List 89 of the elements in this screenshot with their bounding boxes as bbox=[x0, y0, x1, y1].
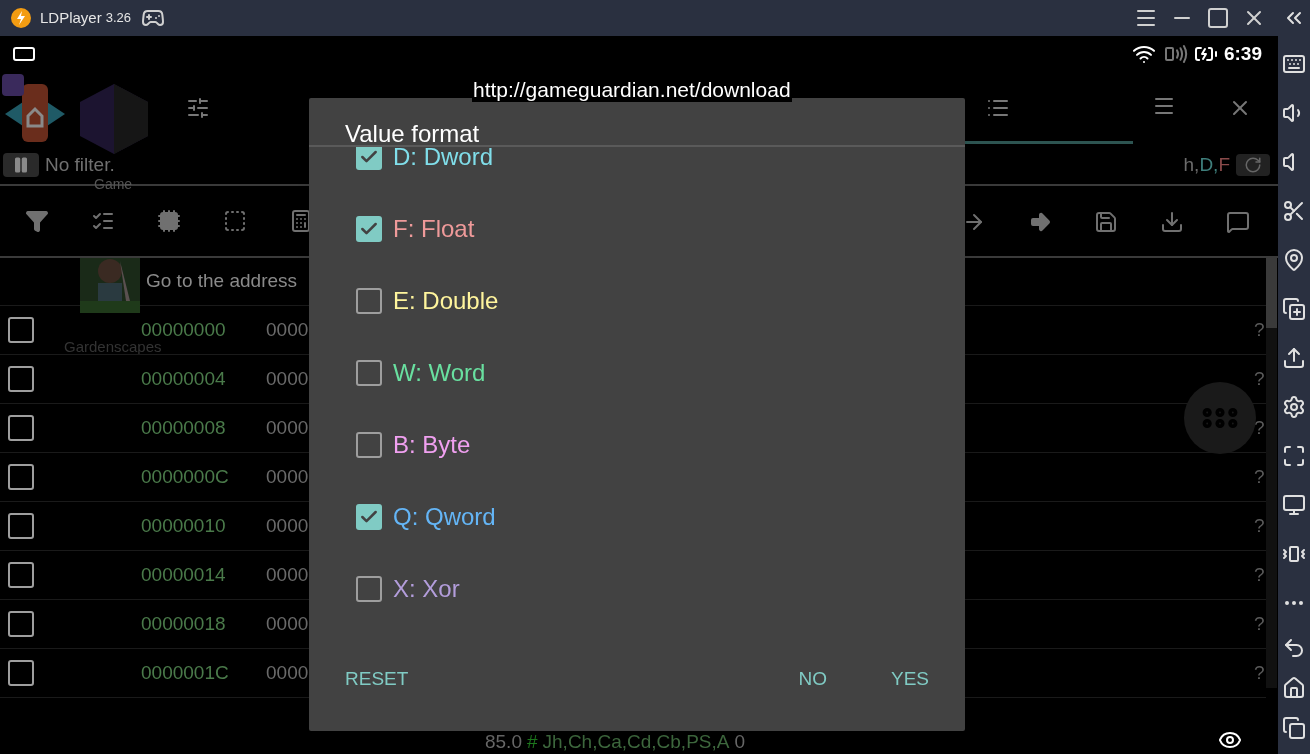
option-label[interactable]: W: Word bbox=[393, 355, 486, 391]
address-text: 00000010 bbox=[141, 513, 226, 538]
value-text: 0000 bbox=[266, 660, 309, 685]
option-label[interactable]: B: Byte bbox=[393, 427, 471, 463]
checkbox[interactable] bbox=[356, 216, 382, 242]
option-label[interactable]: F: Float bbox=[393, 211, 475, 247]
settings-icon[interactable] bbox=[1282, 395, 1306, 419]
comment-icon[interactable] bbox=[1226, 210, 1250, 234]
type-letter: D, bbox=[1199, 152, 1219, 177]
checkbox[interactable] bbox=[8, 366, 34, 392]
back-icon[interactable] bbox=[1282, 636, 1306, 660]
checkbox[interactable] bbox=[8, 513, 34, 539]
home-icon[interactable] bbox=[1282, 676, 1306, 700]
checkbox[interactable] bbox=[356, 432, 382, 458]
value-text: 0000 bbox=[266, 513, 309, 538]
unknown-mark: ? bbox=[1254, 562, 1265, 587]
unknown-mark: ? bbox=[1254, 660, 1265, 685]
location-pin-icon[interactable] bbox=[1282, 248, 1306, 272]
checkbox[interactable] bbox=[356, 147, 382, 170]
checkbox[interactable] bbox=[8, 415, 34, 441]
dialog-button[interactable]: RESET bbox=[333, 657, 421, 702]
unknown-mark: ? bbox=[1254, 464, 1265, 489]
checkbox[interactable] bbox=[8, 562, 34, 588]
filter-status: No filter. bbox=[45, 152, 115, 177]
type-letter: F bbox=[1218, 152, 1230, 177]
value-text: 0000 bbox=[266, 464, 309, 489]
count-text: 0 bbox=[734, 729, 746, 754]
dialog-button[interactable]: NO bbox=[786, 657, 839, 702]
unknown-mark: ? bbox=[1254, 366, 1265, 391]
add-window-icon[interactable] bbox=[1282, 297, 1306, 321]
option-label[interactable]: Q: Qword bbox=[393, 499, 496, 535]
type-letter: h, bbox=[1183, 152, 1200, 177]
dialog-title: Value format bbox=[344, 119, 481, 145]
checkbox[interactable] bbox=[8, 660, 34, 686]
pause-button[interactable] bbox=[3, 153, 39, 177]
address-text: 00000004 bbox=[141, 366, 226, 391]
save-icon[interactable] bbox=[1094, 210, 1118, 234]
regions-text: Jh,Ch,Ca,Cd,Cb,PS,A bbox=[542, 729, 730, 754]
arrow-right-icon[interactable] bbox=[1028, 210, 1052, 234]
value-text: 0000 bbox=[266, 317, 309, 342]
refresh-button[interactable] bbox=[1236, 154, 1270, 176]
checkbox[interactable] bbox=[356, 504, 382, 530]
option-label[interactable]: D: Dword bbox=[393, 147, 494, 175]
address-text: 00000000 bbox=[141, 317, 226, 341]
pause-icon bbox=[12, 156, 30, 174]
download-icon[interactable] bbox=[1160, 210, 1184, 234]
sliders-icon[interactable] bbox=[186, 96, 210, 120]
checkbox[interactable] bbox=[8, 611, 34, 637]
apk-upload-icon[interactable] bbox=[1282, 346, 1306, 370]
keyboard-icon[interactable] bbox=[1282, 52, 1306, 76]
checkbox[interactable] bbox=[356, 288, 382, 314]
value-text: 0000 bbox=[266, 366, 309, 391]
filter-icon[interactable] bbox=[25, 209, 49, 233]
value-text: 0000 bbox=[266, 415, 309, 440]
address-text: 00000008 bbox=[141, 415, 226, 440]
clock: 6:39 bbox=[1223, 41, 1262, 66]
recents-icon[interactable] bbox=[1282, 716, 1306, 740]
value-text: 85.0 bbox=[484, 729, 522, 754]
unknown-mark: ? bbox=[1254, 611, 1265, 636]
app-version: 3.26 bbox=[105, 9, 131, 28]
checkbox[interactable] bbox=[356, 576, 382, 602]
address-text: 0000001C bbox=[141, 660, 229, 685]
scissors-icon[interactable] bbox=[1282, 199, 1306, 223]
app-logo bbox=[10, 7, 32, 29]
monitor-icon[interactable] bbox=[1282, 493, 1306, 517]
goto-address[interactable]: Go to the address bbox=[146, 267, 298, 296]
value-text: 0000 bbox=[266, 562, 309, 587]
option-label[interactable]: X: Xor bbox=[393, 571, 460, 607]
checkbox[interactable] bbox=[8, 464, 34, 490]
unknown-mark: ? bbox=[1254, 415, 1265, 440]
launcher-label: Game bbox=[94, 175, 133, 194]
address-text: 0000000C bbox=[141, 464, 229, 489]
address-text: 00000014 bbox=[141, 562, 226, 587]
dashed-square-icon[interactable] bbox=[223, 209, 247, 233]
chip-icon[interactable] bbox=[157, 209, 181, 233]
unknown-mark: ? bbox=[1254, 513, 1265, 538]
value-text: 0000 bbox=[266, 611, 309, 636]
refresh-icon bbox=[1244, 156, 1262, 174]
checkbox[interactable] bbox=[356, 360, 382, 386]
app-icon bbox=[78, 82, 150, 156]
app-name: LDPlayer bbox=[40, 7, 102, 28]
maximize-icon[interactable] bbox=[1206, 6, 1230, 30]
checkbox[interactable] bbox=[8, 317, 34, 343]
fullscreen-icon[interactable] bbox=[1282, 444, 1306, 468]
option-label[interactable]: E: Double bbox=[393, 283, 499, 319]
marker-text: # bbox=[526, 729, 538, 754]
dialog-button[interactable]: YES bbox=[878, 657, 941, 702]
address-text: 00000018 bbox=[141, 611, 226, 636]
unknown-mark: ? bbox=[1254, 317, 1265, 342]
